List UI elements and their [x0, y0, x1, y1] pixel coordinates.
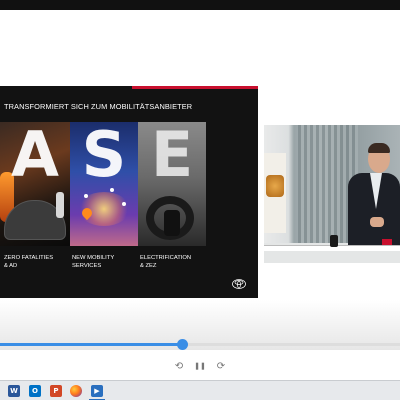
video-microphone	[330, 235, 338, 247]
person-figure	[56, 192, 64, 218]
caption-new-mobility: NEW MOBILITY SERVICES	[72, 254, 136, 270]
caption-electrification: ELECTRIFICATION & ZEZ	[140, 254, 204, 270]
map-dot	[84, 194, 88, 198]
toyota-logo-icon	[232, 279, 246, 289]
panel-letter-e: E	[150, 122, 194, 191]
caption-line: ELECTRIFICATION	[140, 255, 192, 261]
powerpoint-icon[interactable]: P	[50, 385, 62, 397]
seek-bar-thumb[interactable]	[177, 339, 188, 350]
caption-line: & AD	[4, 263, 18, 269]
caption-line: NEW MOBILITY	[72, 255, 115, 261]
forward-icon[interactable]: ⟳	[214, 360, 228, 374]
caption-line: SERVICES	[72, 263, 102, 269]
panel-mobility-services: S	[70, 122, 138, 246]
slide-title: TRANSFORMIERT SICH ZUM MOBILITÄTSANBIETE…	[4, 102, 193, 111]
caption-line: ZERO FATALITIES	[4, 255, 54, 261]
charging-plug-image	[164, 210, 180, 236]
slide-accent-line	[132, 86, 258, 89]
video-red-object	[382, 239, 392, 245]
word-icon[interactable]: W	[8, 385, 20, 397]
caption-line: & ZEZ	[140, 263, 157, 269]
panel-electrification: E	[138, 122, 206, 246]
seek-bar-played	[0, 343, 182, 346]
map-dot	[122, 202, 126, 206]
playback-controls: ⟲ ❚❚ ⟳	[0, 360, 400, 374]
speaker-video-feed	[264, 125, 400, 263]
caption-zero-fatalities: ZERO FATALITIES & AD	[4, 254, 68, 270]
rewind-icon[interactable]: ⟲	[172, 360, 186, 374]
top-black-bar	[0, 0, 400, 10]
outlook-icon[interactable]: O	[29, 385, 41, 397]
speaker-hands	[370, 217, 384, 227]
windows-taskbar: W O P ▶	[0, 380, 400, 400]
panel-letter-a: A	[11, 122, 59, 191]
presentation-slide: TRANSFORMIERT SICH ZUM MOBILITÄTSANBIETE…	[0, 86, 258, 298]
speaker-hair	[368, 143, 390, 153]
panel-autonomous-driving: A	[0, 122, 70, 246]
media-player-icon[interactable]: ▶	[91, 385, 103, 397]
firefox-icon[interactable]	[70, 385, 82, 397]
pause-icon[interactable]: ❚❚	[193, 360, 207, 374]
video-poster-image	[266, 175, 284, 197]
panel-letter-s: S	[81, 122, 127, 191]
